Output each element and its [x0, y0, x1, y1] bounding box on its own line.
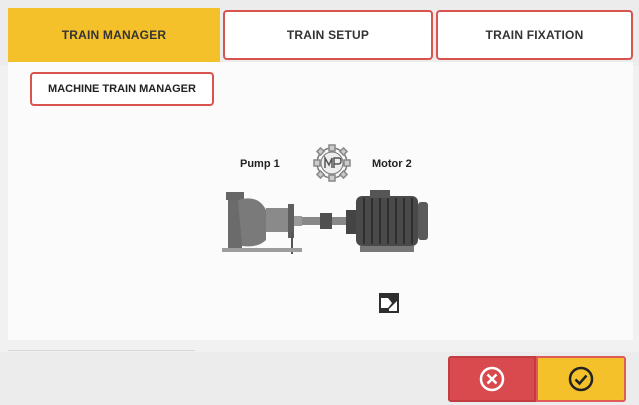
image-export-icon[interactable]: [378, 292, 400, 314]
confirm-button[interactable]: [536, 356, 626, 402]
tab-bar: TRAIN MANAGER TRAIN SETUP TRAIN FIXATION: [0, 0, 639, 66]
check-circle-icon: [568, 366, 594, 392]
motor-graphic: [346, 190, 428, 252]
machine-train-diagram[interactable]: [220, 182, 435, 262]
coupling-logo-icon[interactable]: [312, 143, 352, 183]
pump-label: Pump 1: [240, 158, 280, 170]
pump-graphic: [222, 192, 302, 254]
coupling-graphic: [302, 213, 348, 229]
cancel-button[interactable]: [448, 356, 536, 402]
cancel-circle-icon: [479, 366, 505, 392]
tab-train-fixation[interactable]: TRAIN FIXATION: [436, 10, 633, 60]
motor-label: Motor 2: [372, 158, 412, 170]
tab-train-manager[interactable]: TRAIN MANAGER: [8, 8, 220, 62]
machine-train-manager-button[interactable]: MACHINE TRAIN MANAGER: [30, 72, 214, 106]
footer-divider: [8, 350, 195, 351]
tab-train-setup[interactable]: TRAIN SETUP: [223, 10, 433, 60]
